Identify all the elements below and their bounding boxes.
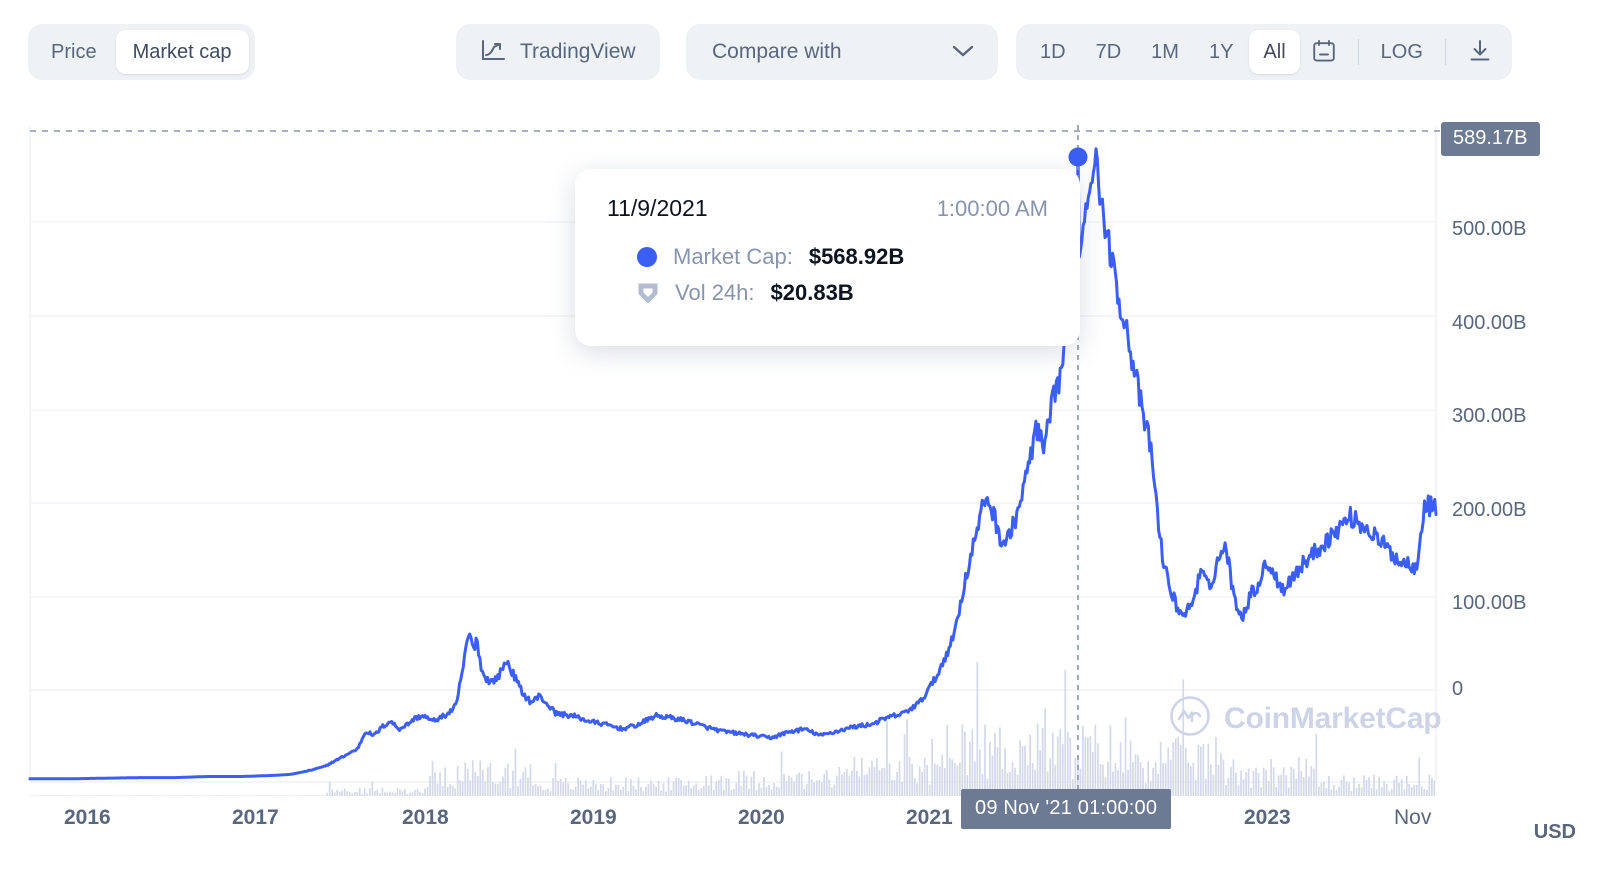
time-range-group[interactable]: 1D 7D 1M 1Y All LOG xyxy=(1016,24,1512,80)
tooltip-row-market-cap: Market Cap: $568.92B xyxy=(607,244,1048,270)
calendar-icon xyxy=(1311,38,1337,67)
metric-toggle[interactable]: Price Market cap xyxy=(28,24,255,80)
range-7d[interactable]: 7D xyxy=(1082,30,1136,74)
chevron-down-icon xyxy=(950,43,976,62)
xtick-nov: Nov xyxy=(1394,806,1432,829)
toolbar-divider-1 xyxy=(1357,39,1359,65)
ytick-100: 100.00B xyxy=(1452,592,1527,614)
ytick-200: 200.00B xyxy=(1452,499,1527,521)
range-all[interactable]: All xyxy=(1249,30,1300,74)
xtick-2021: 2021 xyxy=(906,806,953,829)
tab-market-cap[interactable]: Market cap xyxy=(115,30,249,74)
tooltip-row-volume: Vol 24h: $20.83B xyxy=(607,280,1048,306)
compare-with-dropdown[interactable]: Compare with xyxy=(686,24,998,80)
tooltip-market-cap-value: $568.92B xyxy=(808,244,905,269)
xtick-2017: 2017 xyxy=(232,806,279,829)
tradingview-label: TradingView xyxy=(520,40,636,63)
compare-with-label: Compare with xyxy=(712,40,842,63)
xtick-2023: 2023 xyxy=(1244,806,1291,829)
ytick-300: 300.00B xyxy=(1452,405,1527,427)
chart-page: Price Market cap TradingView Compare wit… xyxy=(0,0,1600,881)
chart-toolbar: Price Market cap TradingView Compare wit… xyxy=(0,0,1600,106)
tooltip-market-cap-label: Market Cap: xyxy=(673,244,793,269)
chart-area[interactable]: 500.00B 400.00B 300.00B 200.00B 100.00B … xyxy=(0,106,1600,881)
xtick-2016: 2016 xyxy=(64,806,111,829)
range-1d[interactable]: 1D xyxy=(1026,30,1080,74)
xtick-2020: 2020 xyxy=(738,806,785,829)
tab-price[interactable]: Price xyxy=(34,30,114,74)
toolbar-divider-2 xyxy=(1444,39,1446,65)
tradingview-button[interactable]: TradingView xyxy=(456,24,660,80)
market-cap-dot-icon xyxy=(637,247,657,267)
range-1y[interactable]: 1Y xyxy=(1195,30,1247,74)
download-icon xyxy=(1467,38,1493,67)
tooltip-time: 1:00:00 AM xyxy=(936,196,1048,221)
chart-tooltip: 11/9/2021 1:00:00 AM Market Cap: $568.92… xyxy=(575,169,1080,346)
ytick-500: 500.00B xyxy=(1452,218,1527,240)
ytick-400: 400.00B xyxy=(1452,312,1527,334)
volume-shield-icon xyxy=(637,281,659,305)
crosshair-date-badge: 09 Nov '21 01:00:00 xyxy=(961,789,1172,829)
log-scale-button[interactable]: LOG xyxy=(1371,30,1433,74)
calendar-button[interactable] xyxy=(1302,30,1346,74)
currency-label: USD xyxy=(1533,821,1576,843)
ytick-0: 0 xyxy=(1452,678,1464,700)
tooltip-date: 11/9/2021 xyxy=(607,195,708,221)
tooltip-header: 11/9/2021 1:00:00 AM xyxy=(607,195,1048,222)
high-price-badge: 589.17B xyxy=(1441,122,1540,156)
range-1m[interactable]: 1M xyxy=(1137,30,1193,74)
xtick-2019: 2019 xyxy=(570,806,617,829)
download-button[interactable] xyxy=(1458,30,1502,74)
tooltip-volume-value: $20.83B xyxy=(770,280,854,305)
highlight-point xyxy=(1068,147,1088,167)
tooltip-volume-label: Vol 24h: xyxy=(675,280,755,305)
line-chart-icon xyxy=(480,39,506,66)
xtick-2018: 2018 xyxy=(402,806,449,829)
